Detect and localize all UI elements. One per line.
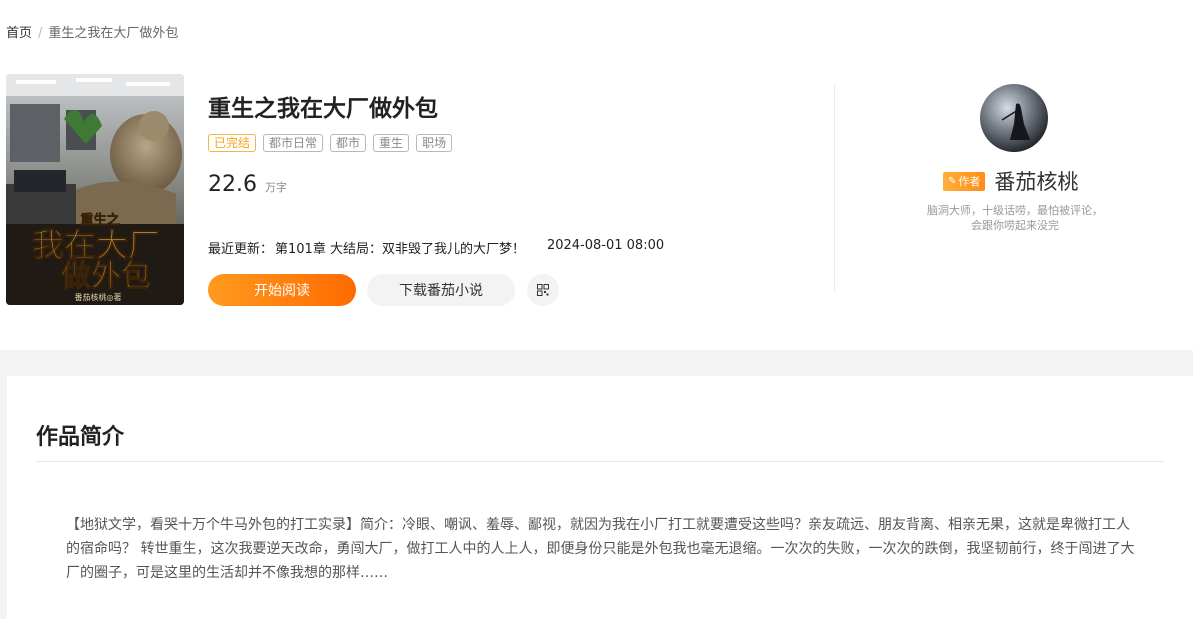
word-count-value: 22.6: [208, 172, 257, 197]
intro-divider: [36, 461, 1164, 462]
breadcrumb-home-link[interactable]: 首页: [6, 26, 32, 41]
latest-update: 最近更新： 第101章 大结局：双非毁了我儿的大厂梦！ 2024-08-01 0…: [208, 238, 664, 257]
author-badge: ✎ 作者: [943, 171, 986, 191]
intro-text: 【地狱文学，看哭十万个牛马外包的打工实录】简介：冷眼、嘲讽、羞辱、鄙视，就因为我…: [66, 517, 1135, 581]
author-avatar[interactable]: [980, 84, 1048, 152]
word-count-unit: 万字: [264, 181, 287, 194]
cover-main-line2: 做外包: [60, 259, 151, 294]
tag-genre[interactable]: 职场: [416, 134, 453, 152]
book-title: 重生之我在大厂做外包: [208, 96, 438, 122]
start-reading-button[interactable]: 开始阅读: [208, 274, 356, 306]
tag-status: 已完结: [208, 134, 257, 152]
update-time: 2024-08-01 08:00: [546, 238, 665, 253]
breadcrumb-separator: /: [38, 26, 43, 41]
tag-genre[interactable]: 都市: [330, 134, 367, 152]
author-description: 脑洞大师，十级话唠，最怕被评论，会跟你唠起来没完: [927, 204, 1103, 232]
avatar-image: [980, 84, 1048, 152]
cover-illustration: 重生之 我在大厂 做外包 番茄核桃◎著: [6, 74, 184, 305]
update-label: 最近更新：: [208, 242, 274, 257]
qrcode-button[interactable]: [527, 274, 559, 306]
pen-icon: ✎: [948, 175, 957, 187]
vertical-divider: [834, 84, 835, 292]
word-count: 22.6 万字: [208, 172, 287, 197]
author-info: ✎ 作者 番茄核桃: [943, 166, 1078, 196]
intro-title: 作品简介: [36, 425, 125, 450]
tag-list: 已完结 都市日常 都市 重生 职场: [208, 134, 453, 152]
download-app-button[interactable]: 下载番茄小说: [367, 274, 515, 306]
tag-genre[interactable]: 重生: [373, 134, 410, 152]
breadcrumb: 首页 / 重生之我在大厂做外包: [6, 22, 178, 41]
cover-author-sign: 番茄核桃◎著: [75, 292, 122, 302]
tag-genre[interactable]: 都市日常: [263, 134, 324, 152]
update-chapter-link[interactable]: 第101章 大结局：双非毁了我儿的大厂梦！: [275, 238, 525, 257]
author-name-link[interactable]: 番茄核桃: [994, 166, 1078, 196]
qrcode-icon: [537, 284, 549, 296]
book-cover[interactable]: 重生之 我在大厂 做外包 番茄核桃◎著: [6, 74, 184, 305]
author-badge-label: 作者: [958, 174, 981, 188]
breadcrumb-current: 重生之我在大厂做外包: [48, 26, 179, 41]
